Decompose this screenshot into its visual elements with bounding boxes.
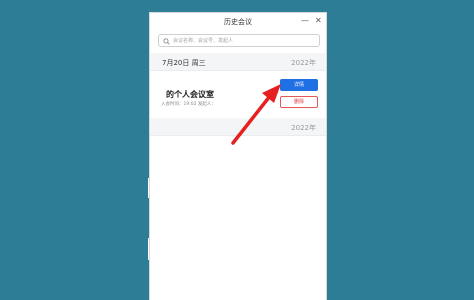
detail-button[interactable]: 详情: [280, 79, 318, 91]
meeting-name: 的个人会议室: [166, 90, 214, 99]
window-title: 历史会议: [224, 18, 252, 26]
meeting-list-item[interactable]: 的个人会议室 入会时间：19:02 发起人： 详情 删除: [150, 71, 326, 118]
date-group-header: 7月20日 周三 2022年: [150, 53, 326, 71]
search-box[interactable]: [158, 34, 320, 47]
search-input[interactable]: [173, 36, 313, 46]
title-bar: 历史会议 — ✕: [150, 13, 326, 31]
date-group-header: 2022年: [150, 118, 326, 136]
group-year: 2022年: [291, 59, 316, 67]
group-year: 2022年: [291, 124, 316, 132]
history-meetings-window: 历史会议 — ✕ 7月20日 周三 2022年 的个人会议室 入会时间：19:0…: [149, 12, 327, 300]
minimize-button[interactable]: —: [301, 16, 309, 25]
search-icon: [163, 38, 170, 45]
delete-button[interactable]: 删除: [280, 96, 318, 108]
meeting-meta: 入会时间：19:02 发起人：: [161, 102, 216, 107]
close-button[interactable]: ✕: [315, 16, 322, 25]
group-date: 7月20日 周三: [162, 59, 206, 67]
